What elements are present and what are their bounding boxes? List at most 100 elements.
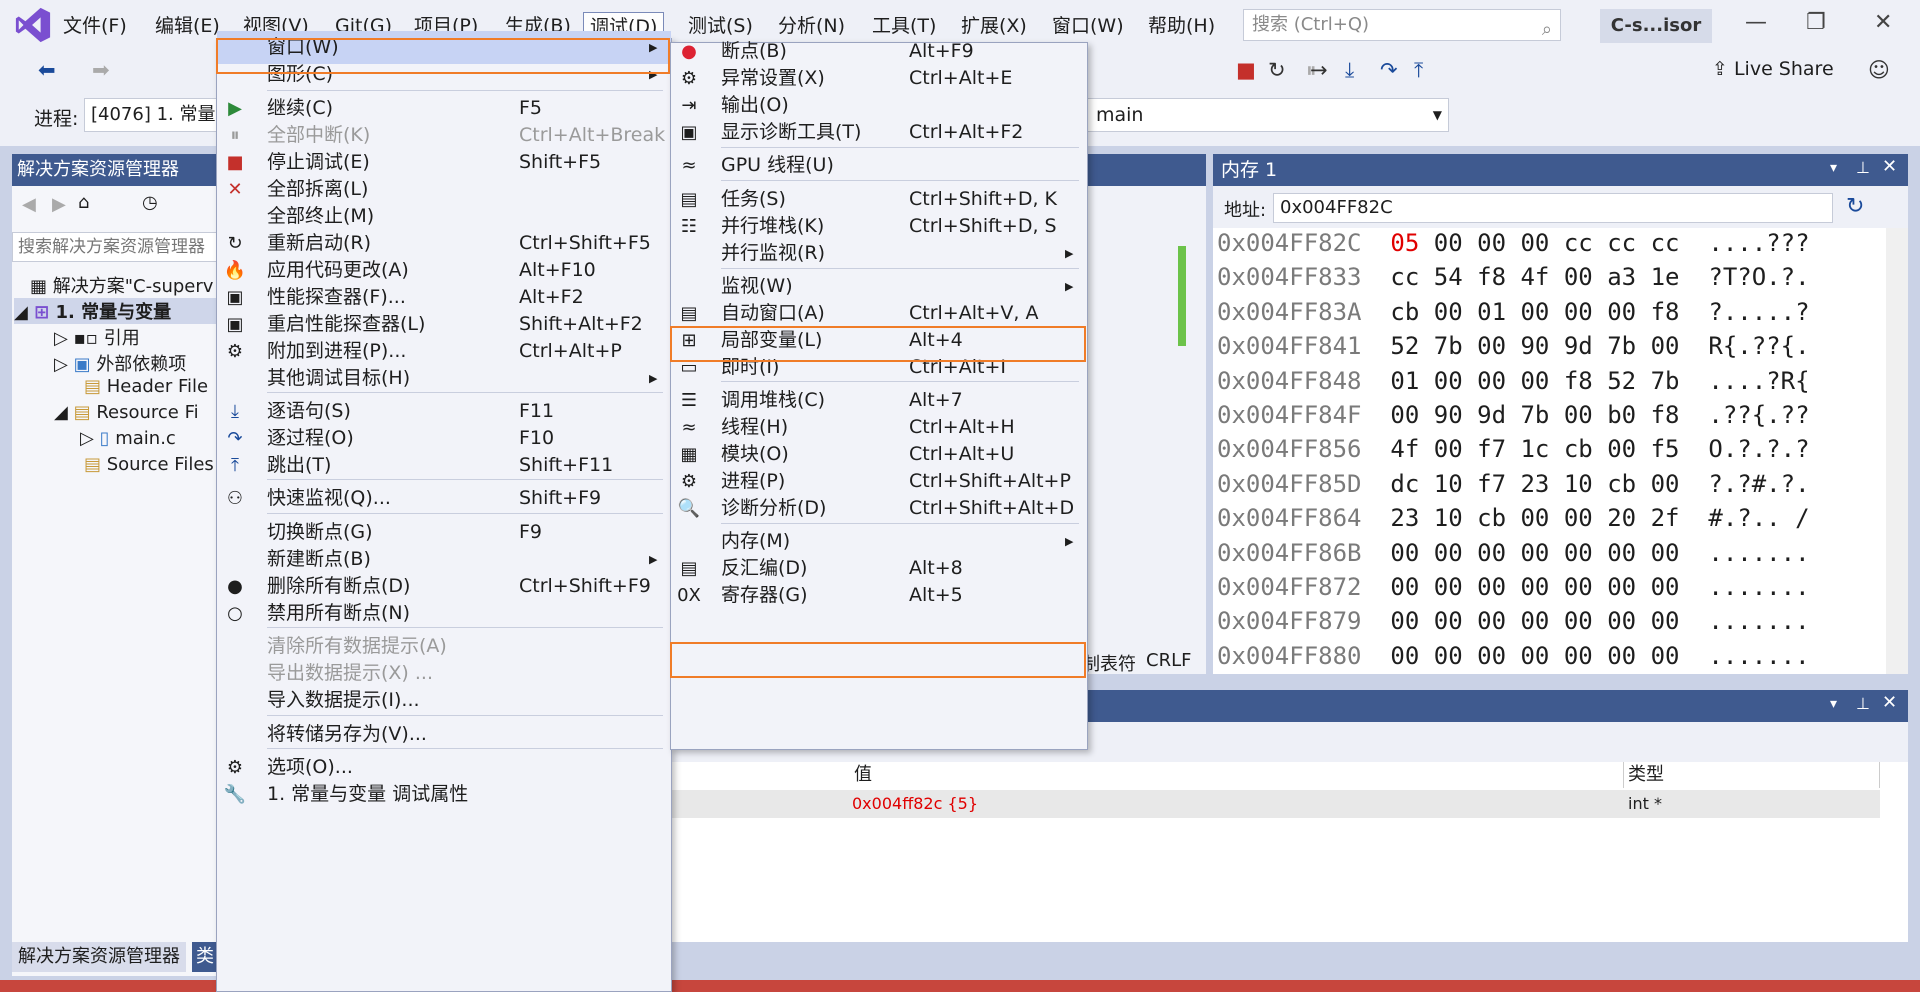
memory-byte[interactable]: f8	[1477, 263, 1506, 291]
tree-item-project[interactable]: ◢ ⊞ 1. 常量与变量	[14, 298, 218, 324]
memory-byte[interactable]: 00	[1477, 642, 1506, 670]
memory-byte[interactable]: 20	[1607, 504, 1636, 532]
memory-byte[interactable]: 23	[1390, 504, 1419, 532]
memory-byte[interactable]: 90	[1520, 332, 1549, 360]
memory-byte[interactable]: cb	[1564, 435, 1593, 463]
step-out-icon[interactable]: ⤒	[1414, 58, 1423, 83]
memory-scrollbar[interactable]	[1886, 228, 1908, 674]
memory-byte[interactable]: 00	[1434, 539, 1463, 567]
column-header-value[interactable]: 值	[850, 762, 1624, 788]
memory-byte[interactable]: f8	[1651, 298, 1680, 326]
memory-byte[interactable]: 00	[1564, 504, 1593, 532]
memory-byte[interactable]: 00	[1477, 332, 1506, 360]
memory-byte[interactable]: cc	[1564, 229, 1593, 257]
step-over-icon[interactable]: ↷	[1380, 58, 1398, 82]
memory-byte[interactable]: 00	[1564, 573, 1593, 601]
memory-byte[interactable]: 7b	[1520, 401, 1549, 429]
window-menu-item[interactable]: ≈ GPU 线程(U)	[671, 149, 1087, 182]
memory-byte[interactable]: 00	[1520, 229, 1549, 257]
memory-byte[interactable]: 00	[1564, 401, 1593, 429]
memory-row[interactable]: 0x004FF833 cc 54 f8 4f 00 a3 1e ?T?O.?.	[1217, 260, 1810, 294]
restore-button[interactable]: ❐	[1806, 10, 1826, 35]
window-menu-item[interactable]: ▣ 显示诊断工具(T) Ctrl+Alt+F2	[671, 116, 1087, 149]
memory-byte[interactable]: 00	[1520, 367, 1549, 395]
home-icon[interactable]: ⌂	[78, 192, 89, 213]
memory-byte[interactable]: 05	[1390, 229, 1419, 257]
memory-byte[interactable]: a3	[1607, 263, 1636, 291]
tree-item-header-files[interactable]: ▤ Header File	[84, 376, 208, 397]
memory-byte[interactable]: 00	[1520, 504, 1549, 532]
memory-byte[interactable]: 00	[1607, 573, 1636, 601]
memory-byte[interactable]: 00	[1390, 642, 1419, 670]
memory-byte[interactable]: 00	[1564, 607, 1593, 635]
feedback-icon[interactable]: ☺	[1868, 58, 1890, 82]
memory-row[interactable]: 0x004FF84F 00 90 9d 7b 00 b0 f8 .??{.??	[1217, 398, 1810, 432]
show-next-statement-icon[interactable]: →	[1310, 58, 1328, 82]
history-icon[interactable]: ◷	[142, 192, 158, 213]
memory-byte[interactable]: cc	[1651, 229, 1680, 257]
memory-byte[interactable]: 7b	[1651, 367, 1680, 395]
memory-byte[interactable]: 1e	[1651, 263, 1680, 291]
step-into-icon[interactable]: ⤓	[1345, 58, 1354, 83]
tree-item-external-deps[interactable]: ▷ ▣ 外部依赖项	[54, 350, 186, 376]
debug-menu-item[interactable]: 导入数据提示(I)...	[217, 684, 671, 717]
pin-icon[interactable]: ⊥	[1856, 158, 1870, 177]
tree-item-resource-files[interactable]: ◢ ▤ Resource Fi	[54, 402, 199, 423]
refresh-icon[interactable]: ↻	[1846, 194, 1864, 219]
memory-byte[interactable]: f8	[1564, 367, 1593, 395]
memory-byte[interactable]: 00	[1390, 401, 1419, 429]
memory-byte[interactable]: 10	[1434, 504, 1463, 532]
memory-byte[interactable]: f8	[1651, 401, 1680, 429]
tree-item-main-c[interactable]: ▷ ▯ main.c	[80, 428, 176, 449]
memory-byte[interactable]: 4f	[1390, 435, 1419, 463]
debug-menu-item[interactable]: 图形(C) ▶	[217, 58, 671, 91]
memory-byte[interactable]: f5	[1651, 435, 1680, 463]
debug-menu-item[interactable]: 🔧 1. 常量与变量 调试属性	[217, 778, 671, 811]
memory-byte[interactable]: 7b	[1607, 332, 1636, 360]
memory-byte[interactable]: 9d	[1477, 401, 1506, 429]
column-header-type[interactable]: 类型	[1624, 762, 1880, 788]
search-input[interactable]: 搜索 (Ctrl+Q) ⌕	[1243, 9, 1561, 41]
memory-byte[interactable]: 00	[1520, 573, 1549, 601]
memory-byte[interactable]: 00	[1477, 539, 1506, 567]
memory-byte[interactable]: 00	[1651, 573, 1680, 601]
visual-studio-logo-icon[interactable]	[14, 6, 52, 44]
memory-byte[interactable]: f7	[1477, 470, 1506, 498]
pin-icon[interactable]: ⊥	[1856, 694, 1870, 713]
menu-edit[interactable]: 编辑(E)	[149, 12, 226, 40]
tree-item-source-files[interactable]: ▤ Source Files	[84, 454, 214, 475]
memory-byte[interactable]: 00	[1651, 332, 1680, 360]
window-menu-item[interactable]: 并行监视(R) ▶	[671, 237, 1087, 270]
memory-byte[interactable]: 00	[1477, 607, 1506, 635]
debug-menu-item[interactable]: ⤒ 跳出(T) Shift+F11	[217, 449, 671, 482]
memory-row[interactable]: 0x004FF82C 05 00 00 00 cc cc cc ....???	[1217, 226, 1810, 260]
memory-byte[interactable]: 54	[1434, 263, 1463, 291]
memory-row[interactable]: 0x004FF864 23 10 cb 00 00 20 2f #.?.. /	[1217, 501, 1810, 535]
memory-byte[interactable]: 00	[1390, 539, 1419, 567]
tree-item-references[interactable]: ▷ ▪▫ 引用	[54, 324, 140, 350]
memory-byte[interactable]: 52	[1607, 367, 1636, 395]
solution-search-input[interactable]: 搜索解决方案资源管理器	[12, 232, 218, 262]
memory-row[interactable]: 0x004FF880 00 00 00 00 00 00 00 .......	[1217, 639, 1810, 673]
memory-byte[interactable]: 90	[1434, 401, 1463, 429]
memory-byte[interactable]: 00	[1390, 607, 1419, 635]
memory-byte[interactable]: 00	[1390, 573, 1419, 601]
watch-row[interactable]: 0x004ff82c {5} int *	[650, 790, 1880, 818]
close-button[interactable]: ✕	[1874, 10, 1892, 35]
window-menu-item[interactable]: 🔍 诊断分析(D) Ctrl+Shift+Alt+D	[671, 492, 1087, 525]
memory-byte[interactable]: 00	[1607, 607, 1636, 635]
memory-row[interactable]: 0x004FF856 4f 00 f7 1c cb 00 f5 O.?.?.?	[1217, 432, 1810, 466]
live-share-button[interactable]: ⇪ Live Share	[1712, 58, 1834, 80]
memory-byte[interactable]: 10	[1564, 470, 1593, 498]
memory-byte[interactable]: cc	[1607, 229, 1636, 257]
line-ending-status[interactable]: CRLF	[1146, 650, 1191, 671]
tree-item-solution[interactable]: ▦ 解决方案"C-superv	[30, 272, 213, 298]
debug-menu-item[interactable]: ⚇ 快速监视(Q)... Shift+F9	[217, 482, 671, 515]
process-select[interactable]: [4076] 1. 常量与	[84, 98, 224, 132]
debug-menu-item[interactable]: 其他调试目标(H) ▶	[217, 362, 671, 395]
menu-help[interactable]: 帮助(H)	[1142, 12, 1221, 40]
memory-row[interactable]: 0x004FF841 52 7b 00 90 9d 7b 00 R{.??{.	[1217, 329, 1810, 363]
memory-byte[interactable]: cb	[1607, 470, 1636, 498]
memory-byte[interactable]: 10	[1434, 470, 1463, 498]
memory-row[interactable]: 0x004FF879 00 00 00 00 00 00 00 .......	[1217, 604, 1810, 638]
